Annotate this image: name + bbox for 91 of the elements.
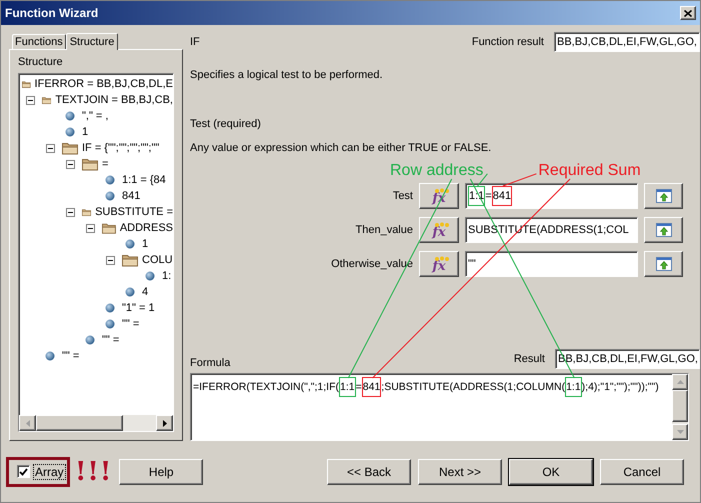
exclamation-marks: !!!: [75, 456, 112, 486]
framed-text: 1:1: [565, 377, 582, 397]
collapse-icon[interactable]: [66, 208, 75, 216]
tree-item[interactable]: "1" = 1: [122, 302, 155, 314]
tree-item[interactable]: "," = ,: [82, 110, 108, 122]
argument-text: "": [468, 258, 476, 270]
value-dot-icon: [105, 303, 115, 313]
tree-item[interactable]: IFERROR = BB,BJ,CB,DL,E: [34, 78, 173, 90]
right-arrow-icon: [162, 420, 166, 426]
function-description: Specifies a logical test to be performed.: [190, 69, 384, 81]
dialog-button[interactable]: Cancel: [600, 458, 684, 484]
value-dot-icon: [145, 271, 155, 281]
shrink-button[interactable]: [644, 251, 683, 277]
horizontal-scrollbar[interactable]: [19, 415, 173, 431]
dialog-button[interactable]: Next >>: [418, 458, 502, 484]
up-arrow-icon: [676, 380, 684, 384]
value-dot-icon: [65, 127, 75, 137]
tree-item[interactable]: 4: [142, 286, 148, 298]
vertical-scrollbar[interactable]: [672, 374, 688, 440]
collapse-icon[interactable]: [106, 256, 115, 264]
collapse-icon[interactable]: [46, 144, 55, 152]
tree-item[interactable]: =: [102, 158, 108, 170]
argument-title: Test (required): [190, 118, 262, 130]
value-dot-icon: [45, 351, 55, 361]
argument-field[interactable]: "": [465, 251, 638, 277]
function-button[interactable]: fx: [419, 251, 459, 277]
help-button[interactable]: Help: [119, 458, 204, 484]
formula-text: );4);"1";"");""));""): [582, 381, 659, 393]
tree-item[interactable]: 1:: [162, 270, 172, 282]
tree-item[interactable]: 1:1 = {84: [122, 174, 166, 186]
result-label: Result: [514, 353, 545, 365]
argument-label: Then_value: [356, 224, 413, 236]
value-dot-icon: [105, 191, 115, 201]
value-dot-icon: [105, 319, 115, 329]
tree-item[interactable]: SUBSTITUTE =: [95, 206, 173, 218]
function-name: IF: [190, 36, 200, 48]
value-dot-icon: [65, 111, 75, 121]
tree-item[interactable]: 1: [142, 238, 148, 250]
check-icon: [19, 468, 28, 476]
function-result-label: Function result: [472, 36, 544, 48]
folder-icon: [122, 254, 138, 266]
tree-item[interactable]: TEXTJOIN = BB,BJ,CB,: [55, 94, 173, 106]
collapse-icon[interactable]: [66, 160, 75, 168]
left-arrow-icon: [26, 420, 30, 426]
framed-text: 841: [362, 377, 382, 397]
folder-icon: [62, 142, 78, 154]
shrink-button[interactable]: [644, 183, 683, 209]
tree-item[interactable]: 1: [82, 126, 88, 138]
formula-text: =IFERROR(TEXTJOIN(",";1;IF(: [193, 381, 340, 393]
value-dot-icon: [85, 335, 95, 345]
down-arrow-icon: [676, 430, 684, 434]
tab[interactable]: Functions: [12, 34, 66, 49]
argument-text: =: [485, 190, 492, 202]
annotation-label: Row address: [390, 162, 484, 180]
value-dot-icon: [125, 287, 135, 297]
formula-text: ;SUBSTITUTE(ADDRESS(1;COLUMN(: [381, 381, 566, 393]
value-dot-icon: [125, 239, 135, 249]
array-checkbox[interactable]: [17, 465, 30, 478]
close-button[interactable]: [680, 6, 696, 20]
argument-label: Test: [392, 190, 413, 202]
tree-item[interactable]: 841: [122, 190, 140, 202]
close-icon: [684, 10, 692, 16]
framed-text: 1:1: [339, 377, 356, 397]
formula-editor[interactable]: =IFERROR(TEXTJOIN(",";1;IF(1:1=841;SUBSTITUTE(ADDRESS(1;COLUMN(1:1);4);"1";"");""));""): [190, 373, 689, 441]
collapse-icon[interactable]: [86, 224, 95, 232]
function-result-field[interactable]: BB,BJ,CB,DL,EI,FW,GL,GO,: [554, 32, 700, 52]
formula-text: =: [356, 381, 362, 393]
window-title: Function Wizard: [5, 6, 98, 20]
dialog-button[interactable]: << Back: [327, 458, 411, 484]
dialog-button[interactable]: OK: [509, 458, 593, 484]
formula-label: Formula: [190, 357, 230, 369]
value-dot-icon: [105, 175, 115, 185]
tab[interactable]: Structure: [66, 33, 118, 50]
tree-item[interactable]: "" =: [102, 334, 120, 346]
argument-help: Any value or expression which can be either TRUE or FALSE.: [190, 142, 492, 154]
structure-label: Structure: [18, 56, 64, 68]
shrink-button[interactable]: [644, 217, 683, 243]
tree-item[interactable]: "" =: [122, 318, 140, 330]
framed-text: 841: [492, 186, 512, 206]
sparkle-icon: [435, 256, 449, 262]
folder-icon: [102, 222, 116, 234]
tree-item[interactable]: "" =: [62, 350, 80, 362]
sparkle-icon: [435, 222, 449, 228]
tree-item[interactable]: COLU: [142, 254, 173, 266]
function-button[interactable]: fx: [419, 217, 459, 243]
tree-item[interactable]: IF = {"";"";"";"";"": [82, 142, 160, 154]
annotation-label: Required Sum: [538, 162, 641, 180]
collapse-icon[interactable]: [26, 96, 35, 104]
folder-icon: [82, 158, 98, 170]
tree-item[interactable]: ADDRESS: [120, 222, 173, 234]
array-label[interactable]: Array: [34, 464, 65, 478]
